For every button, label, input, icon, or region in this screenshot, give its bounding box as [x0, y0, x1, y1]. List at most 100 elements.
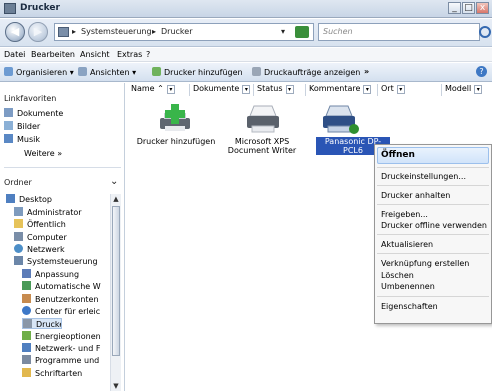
address-dropdown-icon[interactable]: ▾ [281, 27, 285, 36]
column-header-dokumente[interactable]: Dokumente ▾ [190, 84, 254, 96]
menu-help[interactable]: ? [146, 50, 150, 59]
show-jobs-label: Druckaufträge anzeigen [264, 68, 361, 77]
tree-item-drucker[interactable]: Drucker [22, 318, 62, 329]
tree-item-benutzerkonten[interactable]: Benutzerkonten [22, 294, 112, 305]
organize-button[interactable]: Organisieren ▾ [4, 67, 74, 77]
close-button[interactable]: x [476, 2, 489, 14]
printer-icon [323, 105, 359, 134]
help-icon[interactable]: ? [476, 66, 487, 77]
tree-item-computer[interactable]: Computer [14, 232, 67, 243]
forward-button[interactable]: ▶ [28, 22, 48, 42]
tree-item-oeffentlich[interactable]: Öffentlich [14, 219, 66, 230]
link-label: Bilder [17, 122, 41, 131]
menu-item-loeschen[interactable]: Löschen [381, 271, 414, 280]
column-header-status[interactable]: Status ▾ [254, 84, 306, 96]
breadcrumb-drucker[interactable]: Drucker [161, 27, 192, 36]
views-button[interactable]: Ansichten ▾ [78, 67, 136, 77]
printer-item-xps[interactable] [232, 104, 292, 136]
minimize-button[interactable]: _ [448, 2, 461, 14]
menu-item-freigeben[interactable]: Freigeben... [381, 210, 428, 219]
column-label: Ort [381, 84, 394, 93]
breadcrumb-systemsteuerung[interactable]: Systemsteuerung [81, 27, 152, 36]
tree-label: Center für erleic [35, 307, 101, 316]
scroll-down-icon[interactable]: ▼ [111, 381, 121, 391]
add-printer-button[interactable]: Drucker hinzufügen [152, 67, 243, 77]
tree-item-automatische-wiedergabe[interactable]: Automatische W [22, 281, 114, 292]
column-headers: Name ⌃ ▾ Dokumente ▾ Status ▾ Kommentare ▾ O… [126, 84, 492, 96]
documents-icon [4, 108, 13, 117]
chevron-down-icon[interactable]: ▾ [363, 85, 372, 94]
folders-heading[interactable]: Ordner [4, 178, 32, 187]
refresh-icon[interactable] [295, 26, 309, 38]
tree-item-center-fuer-erleichterte-bedienung[interactable]: Center für erleic [22, 306, 112, 317]
power-options-icon [22, 331, 31, 340]
scroll-up-icon[interactable]: ▲ [111, 194, 121, 204]
show-jobs-button[interactable]: Druckaufträge anzeigen [252, 67, 360, 77]
chevron-down-icon[interactable]: ▾ [396, 85, 405, 94]
printer-item-add[interactable] [146, 104, 206, 154]
menu-item-eigenschaften[interactable]: Eigenschaften [381, 302, 438, 311]
tree-item-netzwerk[interactable]: Netzwerk [14, 244, 65, 255]
menu-item-aktualisieren[interactable]: Aktualisieren [381, 240, 433, 249]
links-more-button[interactable]: Weitere » [24, 149, 62, 158]
tree-item-systemsteuerung[interactable]: Systemsteuerung [14, 256, 98, 267]
column-header-modell[interactable]: Modell ▾ [442, 84, 492, 96]
chevron-down-icon[interactable]: ▾ [474, 85, 483, 94]
folder-tree-scrollbar[interactable]: ▲ ▼ [110, 194, 121, 391]
sort-ascending-icon: ⌃ [157, 84, 164, 93]
chevron-down-icon[interactable]: ▾ [285, 85, 294, 94]
network-icon [14, 244, 23, 253]
printer-label-panasonic-line2[interactable]: PCL6 [336, 146, 370, 155]
chevron-down-icon[interactable]: ▾ [166, 85, 175, 94]
column-header-ort[interactable]: Ort ▾ [378, 84, 442, 96]
printer-item-panasonic[interactable] [306, 104, 370, 136]
add-printer-label: Drucker hinzufügen [164, 68, 243, 77]
column-header-kommentare[interactable]: Kommentare ▾ [306, 84, 378, 96]
menu-item-verknuepfung-erstellen[interactable]: Verknüpfung erstellen [381, 259, 469, 268]
printer-label-xps-line1[interactable]: Microsoft XPS [226, 137, 298, 146]
menu-item-druckeinstellungen[interactable]: Druckeinstellungen... [381, 172, 466, 181]
tree-item-administrator[interactable]: Administrator [14, 207, 82, 218]
folder-icon [14, 219, 23, 228]
tree-label: Netzwerk- und F [35, 344, 101, 353]
printer-icon [247, 105, 279, 133]
chevron-down-icon[interactable]: ⌄ [110, 176, 118, 187]
tree-item-netzwerk-und-freigabecenter[interactable]: Netzwerk- und F [22, 343, 112, 354]
scrollbar-thumb[interactable] [112, 206, 120, 356]
menu-extras[interactable]: Extras [117, 50, 142, 59]
add-printer-icon [160, 104, 190, 131]
search-input[interactable]: Suchen [318, 23, 491, 41]
tree-item-programme-und-funktionen[interactable]: Programme und [22, 355, 112, 366]
tree-item-schriftarten[interactable]: Schriftarten [22, 368, 112, 379]
breadcrumb-separator: ▸ [72, 27, 77, 36]
address-bar[interactable]: ▸ Systemsteuerung ▸ Drucker ▾ [54, 23, 314, 41]
maximize-button[interactable]: □ [462, 2, 475, 14]
column-header-name[interactable]: Name ⌃ ▾ [128, 84, 190, 96]
menu-item-umbenennen[interactable]: Umbenennen [381, 282, 435, 291]
column-label: Name [131, 84, 155, 93]
more-button[interactable]: » [364, 67, 369, 76]
tree-item-energieoptionen[interactable]: Energieoptionen [22, 331, 112, 342]
menu-ansicht[interactable]: Ansicht [80, 50, 110, 59]
printer-label-xps-line2[interactable]: Document Writer [222, 146, 302, 155]
menu-item-oeffnen[interactable]: Öffnen [381, 150, 415, 160]
menu-item-drucker-offline[interactable]: Drucker offline verwenden [381, 221, 487, 230]
tree-label: Schriftarten [35, 369, 83, 378]
menu-separator [377, 296, 489, 297]
tree-item-desktop[interactable]: Desktop [6, 194, 52, 205]
chevron-down-icon[interactable]: ▾ [242, 85, 251, 94]
menu-item-drucker-anhalten[interactable]: Drucker anhalten [381, 191, 450, 200]
menu-bearbeiten[interactable]: Bearbeiten [31, 50, 75, 59]
back-button[interactable]: ◀ [5, 22, 25, 42]
menu-separator [377, 253, 489, 254]
chevron-down-icon: ▾ [69, 68, 74, 77]
tree-item-anpassung[interactable]: Anpassung [22, 269, 79, 280]
printer-label-add[interactable]: Drucker hinzufügen [134, 137, 218, 146]
title-bar: Drucker _ □ x [0, 0, 492, 18]
search-icon[interactable] [479, 26, 491, 38]
link-dokumente[interactable]: Dokumente [4, 108, 63, 118]
menu-datei[interactable]: Datei [4, 50, 25, 59]
link-bilder[interactable]: Bilder [4, 121, 40, 131]
menu-separator [377, 204, 489, 205]
link-musik[interactable]: Musik [4, 134, 40, 144]
